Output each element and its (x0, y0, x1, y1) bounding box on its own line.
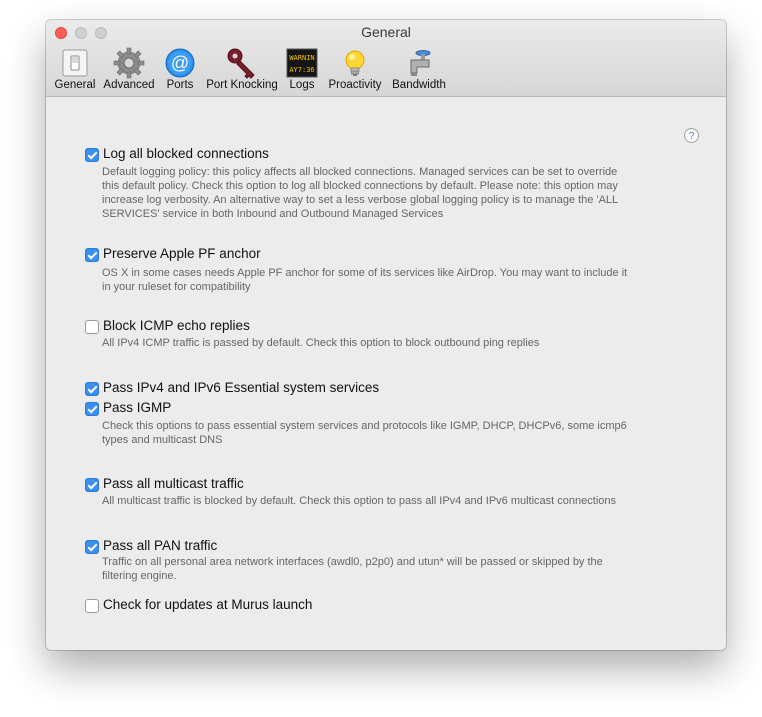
toolbar-logs[interactable]: WARNIN AY7:36 Logs (284, 44, 320, 94)
svg-text:@: @ (171, 53, 189, 73)
switch-icon (62, 49, 88, 77)
preferences-window: General General Advanced @ Ports Port Kn… (46, 20, 726, 650)
option-label: Pass IGMP (103, 400, 172, 415)
gear-icon (113, 47, 145, 79)
option-description: All multicast traffic is blocked by defa… (102, 495, 616, 507)
toolbar-label: Advanced (103, 79, 155, 91)
option-label: Log all blocked connections (103, 146, 269, 161)
toolbar-label: General (54, 79, 96, 91)
toolbar-advanced[interactable]: Advanced (102, 44, 156, 94)
option-label: Pass IPv4 and IPv6 Essential system serv… (103, 380, 380, 395)
toolbar-label: Port Knocking (206, 79, 278, 91)
option-description: All IPv4 ICMP traffic is passed by defau… (102, 337, 540, 349)
option-description: Check this options to pass essential sys… (102, 420, 627, 446)
at-icon: @ (165, 48, 195, 78)
option-description: OS X in some cases needs Apple PF anchor… (102, 267, 628, 293)
block-icmp-checkbox[interactable] (85, 320, 99, 334)
toolbar-ports[interactable]: @ Ports (160, 44, 200, 94)
window-title: General (361, 24, 411, 40)
title-bar: General General Advanced @ Ports Port Kn… (46, 20, 726, 97)
option-label: Block ICMP echo replies (103, 318, 250, 333)
option-label: Pass all PAN traffic (103, 538, 218, 553)
pass-multicast-checkbox[interactable] (85, 478, 99, 492)
faucet-icon (410, 50, 431, 76)
pass-pan-checkbox[interactable] (85, 540, 99, 554)
key-icon (227, 48, 255, 79)
toolbar-proactivity[interactable]: Proactivity (324, 44, 386, 94)
option-label: Check for updates at Murus launch (103, 597, 313, 612)
log-blocked-checkbox[interactable] (85, 148, 99, 162)
option-description: Traffic on all personal area network int… (102, 556, 603, 582)
lightbulb-icon (345, 50, 365, 76)
toolbar-general[interactable]: General (50, 44, 100, 94)
pass-igmp-checkbox[interactable] (85, 402, 99, 416)
toolbar-bandwidth[interactable]: Bandwidth (388, 44, 450, 94)
toolbar-label: Ports (166, 79, 194, 91)
toolbar-port-knocking[interactable]: Port Knocking (202, 44, 282, 94)
preserve-apple-pf-checkbox[interactable] (85, 248, 99, 262)
option-description: Default logging policy: this policy affe… (102, 166, 619, 220)
pass-essential-checkbox[interactable] (85, 382, 99, 396)
check-updates-checkbox[interactable] (85, 599, 99, 613)
led-display-icon: WARNIN AY7:36 (286, 48, 318, 78)
toolbar-label: Bandwidth (392, 79, 446, 91)
option-label: Pass all multicast traffic (103, 476, 244, 491)
log-display-line-1: WARNIN (289, 54, 314, 62)
toolbar-label: Proactivity (328, 79, 382, 91)
help-button[interactable]: ? (684, 128, 699, 143)
option-label: Preserve Apple PF anchor (103, 246, 261, 261)
log-display-line-2: AY7:36 (289, 66, 314, 74)
toolbar-label: Logs (289, 79, 315, 91)
